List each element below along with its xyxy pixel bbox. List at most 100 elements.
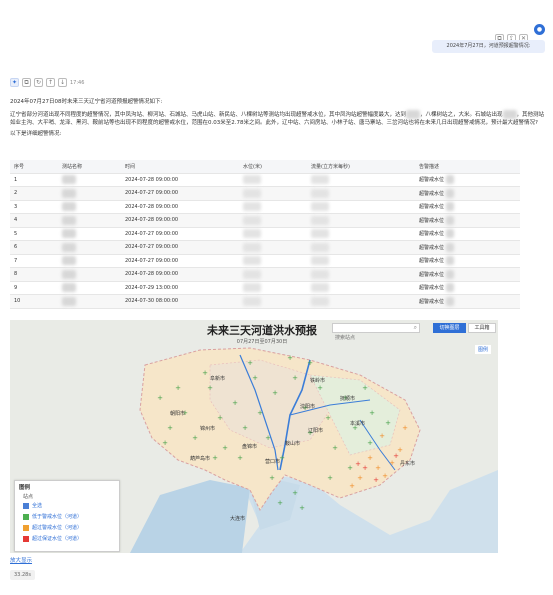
station-normal-marker[interactable]: +	[162, 439, 168, 447]
station-normal-marker[interactable]: +	[269, 474, 275, 482]
legend-item[interactable]: 低于警戒水位（河道）	[15, 511, 119, 522]
station-normal-marker[interactable]: +	[287, 354, 293, 362]
station-warning-marker[interactable]: +	[379, 432, 385, 440]
map-search-input[interactable]	[333, 334, 407, 342]
redacted-value	[62, 215, 76, 225]
copy-icon[interactable]: ⧉	[22, 78, 31, 87]
station-normal-marker[interactable]: +	[292, 489, 298, 497]
station-normal-marker[interactable]: +	[167, 424, 173, 432]
cell-time: 2024-07-28 09:00:00	[121, 267, 239, 282]
station-guarantee-marker[interactable]: +	[393, 452, 399, 460]
redacted-value	[62, 202, 76, 212]
station-warning-marker[interactable]: +	[375, 464, 381, 472]
station-normal-marker[interactable]: +	[157, 394, 163, 402]
cell-no: 6	[10, 240, 58, 255]
station-normal-marker[interactable]: +	[232, 399, 238, 407]
station-normal-marker[interactable]: +	[317, 384, 323, 392]
cell-desc: 超警戒水位	[415, 240, 520, 255]
search-icon[interactable]: ⌕	[414, 324, 417, 332]
redacted-value	[243, 202, 261, 212]
thumb-up-icon[interactable]: ↑	[46, 78, 55, 87]
station-normal-marker[interactable]: +	[237, 454, 243, 462]
station-normal-marker[interactable]: +	[207, 384, 213, 392]
cell-flow	[307, 200, 415, 214]
legend-swatch	[23, 524, 29, 531]
station-normal-marker[interactable]: +	[362, 384, 368, 392]
flood-map[interactable]: + + + + + + + + + + + + + + + + + + + + + + + + + + + + + + + + + + + + + + + +…	[10, 320, 498, 553]
toolbox-button[interactable]: 工具箱	[468, 323, 496, 333]
station-normal-marker[interactable]: +	[325, 414, 331, 422]
redacted-value	[445, 188, 454, 198]
station-normal-marker[interactable]: +	[222, 444, 228, 452]
station-normal-marker[interactable]: +	[277, 499, 283, 507]
station-guarantee-marker[interactable]: +	[373, 476, 379, 484]
redacted-value	[406, 110, 421, 119]
station-normal-marker[interactable]: +	[307, 359, 313, 367]
station-warning-marker[interactable]: +	[389, 459, 395, 467]
station-guarantee-marker[interactable]: +	[355, 460, 361, 468]
cell-no: 7	[10, 254, 58, 268]
station-normal-marker[interactable]: +	[247, 359, 253, 367]
city-label: 沈阳市	[300, 403, 315, 410]
refresh-icon[interactable]: ↻	[34, 78, 43, 87]
cell-station	[58, 186, 121, 201]
message-time: 17:46	[70, 79, 85, 86]
cell-desc: 超警戒水位	[415, 213, 520, 228]
legend-swatch	[23, 502, 29, 509]
map-title-block: 未来三天河道洪水预报 07月27日至07月30日	[192, 322, 332, 345]
layer-switch-button[interactable]: 切换图层	[433, 323, 466, 333]
table-row: 2 2024-07-27 09:00:00 超警戒水位	[10, 186, 520, 201]
cell-station	[58, 200, 121, 214]
station-warning-marker[interactable]: +	[357, 474, 363, 482]
redacted-value	[243, 283, 261, 293]
station-normal-marker[interactable]: +	[217, 414, 223, 422]
cell-level	[239, 213, 307, 228]
redacted-value	[445, 256, 454, 266]
station-normal-marker[interactable]: +	[327, 474, 333, 482]
station-normal-marker[interactable]: +	[385, 419, 391, 427]
station-normal-marker[interactable]: +	[265, 434, 271, 442]
station-warning-marker[interactable]: +	[402, 424, 408, 432]
cell-station	[58, 240, 121, 255]
legend-item[interactable]: 超过保证水位（河道）	[15, 533, 119, 544]
map-search[interactable]: ⌕	[332, 323, 420, 342]
station-guarantee-marker[interactable]: +	[362, 464, 368, 472]
station-normal-marker[interactable]: +	[272, 389, 278, 397]
station-normal-marker[interactable]: +	[175, 384, 181, 392]
station-normal-marker[interactable]: +	[192, 434, 198, 442]
cell-level	[239, 267, 307, 282]
station-normal-marker[interactable]: +	[252, 374, 258, 382]
station-normal-marker[interactable]: +	[367, 439, 373, 447]
station-normal-marker[interactable]: +	[292, 374, 298, 382]
zoom-display-link[interactable]: 放大显示	[10, 556, 32, 564]
station-normal-marker[interactable]: +	[369, 409, 375, 417]
cell-level	[239, 200, 307, 214]
station-warning-marker[interactable]: +	[382, 472, 388, 480]
station-warning-marker[interactable]: +	[367, 454, 373, 462]
avatar[interactable]: ●	[534, 24, 545, 35]
alert-table: 序号 测站名称 时间 水位(米) 流量(立方米每秒) 告警描述 1 2024-07…	[10, 160, 520, 309]
station-normal-marker[interactable]: +	[202, 369, 208, 377]
answer-para-2: ，八棵树站之，大米。石城站出现	[420, 112, 503, 118]
legend-item[interactable]: 全选	[15, 500, 119, 511]
cell-time: 2024-07-28 09:00:00	[121, 213, 239, 228]
redacted-value	[445, 229, 454, 239]
station-normal-marker[interactable]: +	[347, 464, 353, 472]
redacted-value	[445, 242, 454, 252]
redacted-value	[311, 202, 329, 212]
col-header-level: 水位(米)	[239, 160, 307, 174]
station-normal-marker[interactable]: +	[257, 409, 263, 417]
station-normal-marker[interactable]: +	[212, 454, 218, 462]
cell-station	[58, 254, 121, 268]
station-warning-marker[interactable]: +	[349, 482, 355, 490]
cell-no: 5	[10, 227, 58, 241]
station-normal-marker[interactable]: +	[332, 444, 338, 452]
legend-item[interactable]: 超过警戒水位（河道）	[15, 522, 119, 533]
station-normal-marker[interactable]: +	[299, 504, 305, 512]
redacted-value	[445, 202, 454, 212]
city-label: 鞍山市	[285, 440, 300, 447]
station-normal-marker[interactable]: +	[242, 424, 248, 432]
map-legend-toggle[interactable]: 图例	[475, 345, 492, 354]
thumb-down-icon[interactable]: ↓	[58, 78, 67, 87]
city-label: 辽阳市	[308, 427, 323, 434]
